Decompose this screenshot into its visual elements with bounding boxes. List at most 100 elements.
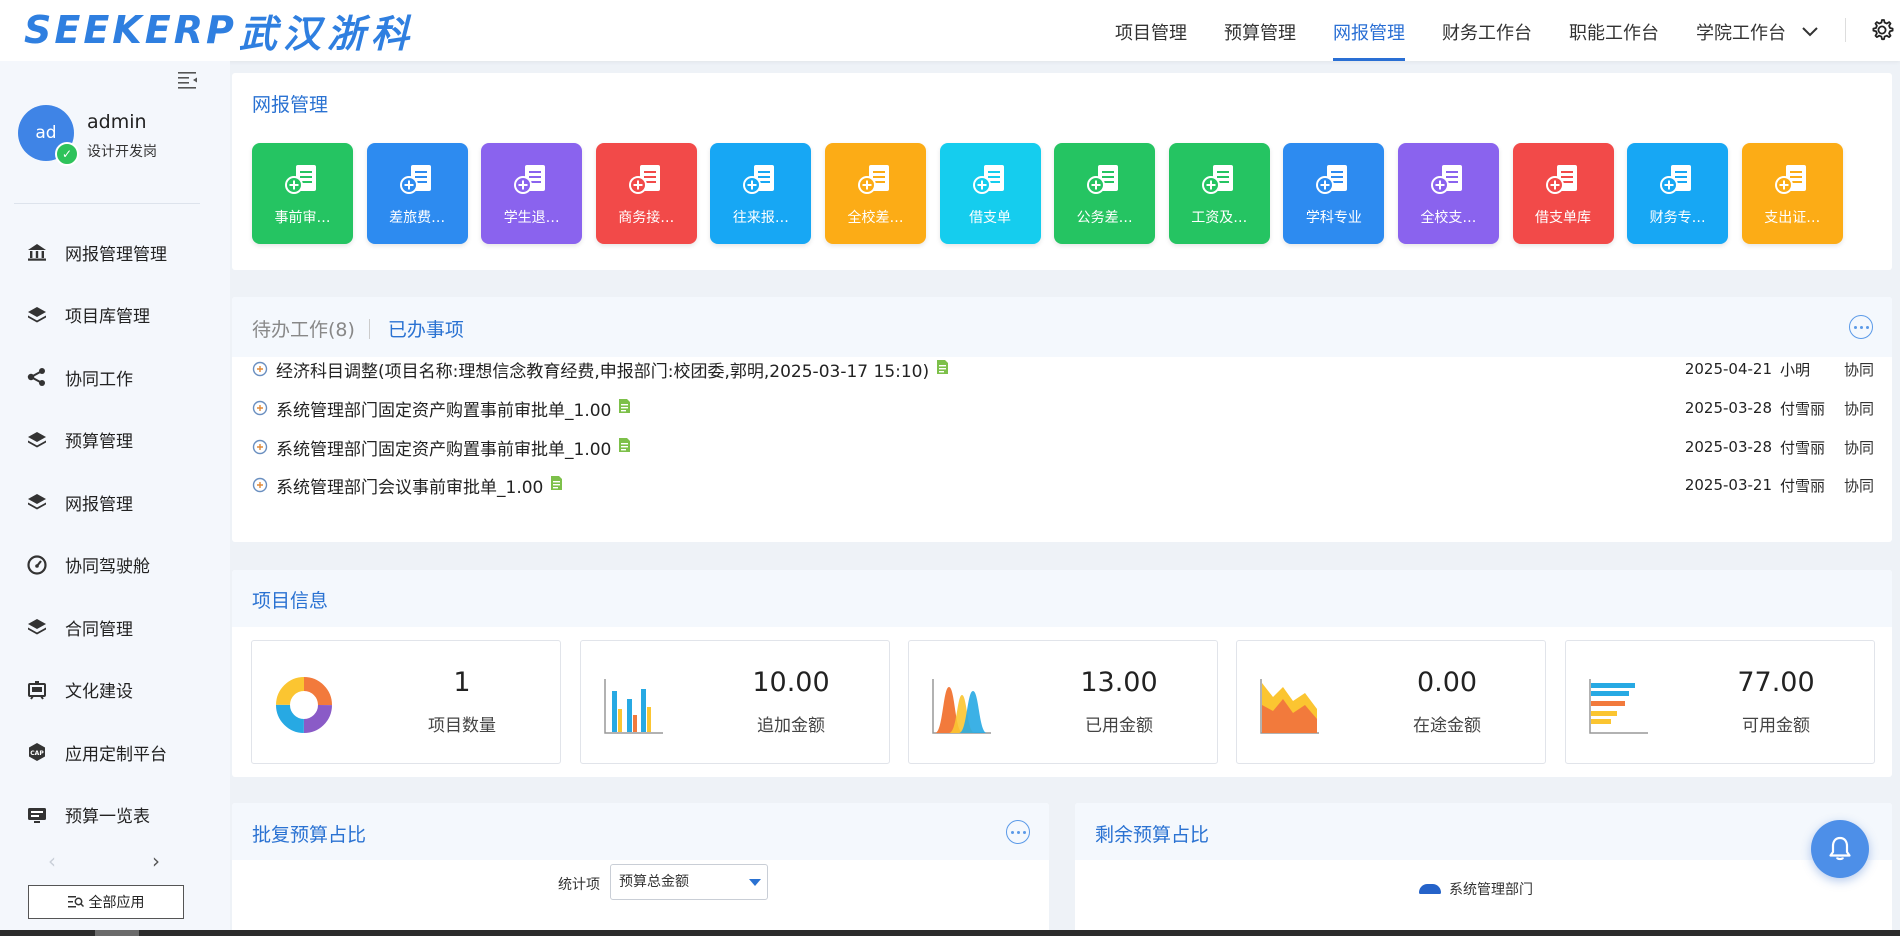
app-tile[interactable]: 事前审… [252, 143, 353, 244]
app-list-icon [67, 896, 84, 908]
app-tile[interactable]: 往来报… [710, 143, 812, 244]
sidebar-item-label: 文化建设 [65, 682, 133, 703]
document-icon [618, 437, 631, 457]
todo-row[interactable]: 经济科目调整(项目名称:理想信念教育经费,申报部门:校团委,郭明,2025-03… [252, 357, 1874, 382]
monitor-icon [26, 804, 48, 826]
nav-college-workbench[interactable]: 学院工作台 [1696, 0, 1786, 61]
all-apps-button[interactable]: 全部应用 [28, 885, 184, 919]
sidebar-item-netreport[interactable]: 网报管理 [0, 471, 230, 534]
todo-type: 协同 [1843, 399, 1874, 418]
nav-more-chevron-icon[interactable] [1801, 19, 1819, 43]
collapse-menu-icon[interactable] [178, 71, 198, 93]
stat-card-in-transit-amount[interactable]: 0.00 在途金额 [1236, 640, 1546, 764]
document-icon [550, 475, 563, 495]
horizontal-scrollbar[interactable] [0, 930, 1900, 936]
scrollbar-thumb[interactable] [95, 930, 139, 936]
todo-date: 2025-03-21 [1684, 476, 1772, 494]
stat-value: 13.00 [1080, 667, 1158, 698]
layers-icon [26, 429, 48, 451]
stat-card-used-amount[interactable]: 13.00 已用金额 [908, 640, 1218, 764]
todo-title[interactable]: 经济科目调整(项目名称:理想信念教育经费,申报部门:校团委,郭明,2025-03… [276, 357, 929, 382]
todo-row[interactable]: 系统管理部门固定资产购置事前审批单_1.00 2025-03-28 付雪丽 协同 [252, 396, 1874, 421]
chart-legend[interactable]: 系统管理部门 [1419, 879, 1533, 899]
chevron-right-icon[interactable]: › [152, 849, 160, 873]
layers-icon [26, 616, 48, 638]
layers-icon [26, 491, 48, 513]
user-role: 设计开发岗 [87, 144, 157, 160]
sidebar-item-budget[interactable]: 预算管理 [0, 409, 230, 472]
sidebar-item-budget-overview[interactable]: 预算一览表 [0, 784, 230, 847]
bar-chart-icon [603, 675, 663, 739]
document-icon [618, 398, 631, 418]
add-document-icon [1201, 163, 1237, 201]
sidebar-item-contract[interactable]: 合同管理 [0, 596, 230, 659]
app-tile[interactable]: 学生退… [481, 143, 583, 244]
stat-item-select[interactable]: 预算总金额 [610, 864, 768, 900]
app-tile-label: 工资及… [1191, 210, 1248, 226]
sidebar-item-project-library[interactable]: 项目库管理 [0, 284, 230, 347]
panel-title: 网报管理 [252, 94, 329, 116]
nav-netreport-management[interactable]: 网报管理 [1333, 0, 1405, 61]
nav-finance-workbench[interactable]: 财务工作台 [1442, 0, 1532, 61]
logo-cn-text: 武汉浙科 [238, 10, 415, 56]
workflow-icon [252, 361, 268, 377]
more-options-icon[interactable] [1006, 820, 1030, 844]
app-tile[interactable]: 公务差… [1054, 143, 1156, 244]
panel-title: 批复预算占比 [252, 824, 367, 846]
stat-value: 77.00 [1737, 667, 1815, 698]
sidebar-item-label: 合同管理 [65, 619, 133, 640]
remaining-budget-panel: 剩余预算占比 系统管理部门 [1075, 803, 1892, 936]
workflow-icon [252, 477, 268, 493]
stat-card-added-amount[interactable]: 10.00 追加金额 [580, 640, 890, 764]
app-tile[interactable]: 支出证… [1741, 143, 1843, 244]
stat-card-available-amount[interactable]: 77.00 可用金额 [1565, 640, 1875, 764]
todo-date: 2025-03-28 [1684, 399, 1772, 417]
app-tile-label: 支出证… [1764, 210, 1821, 226]
stat-card-project-count[interactable]: 1 项目数量 [251, 640, 561, 764]
legend-swatch [1419, 884, 1441, 894]
app-tile-label: 全校差… [847, 210, 904, 226]
nav-budget-management[interactable]: 预算管理 [1224, 0, 1296, 61]
app-tile[interactable]: 全校差… [824, 143, 926, 244]
svg-text:CAP: CAP [30, 750, 44, 757]
stat-value: 1 [453, 667, 471, 698]
app-tile[interactable]: 商务接… [595, 143, 697, 244]
todo-title[interactable]: 系统管理部门固定资产购置事前审批单_1.00 [276, 435, 611, 460]
more-options-icon[interactable] [1849, 315, 1873, 339]
todo-type: 协同 [1843, 438, 1874, 457]
tab-done-items[interactable]: 已办事项 [388, 315, 464, 342]
chevron-left-icon[interactable]: ‹ [48, 849, 56, 873]
todo-title[interactable]: 系统管理部门固定资产购置事前审批单_1.00 [276, 396, 611, 421]
sidebar-item-culture[interactable]: 文化建设 [0, 659, 230, 722]
gauge-icon [26, 554, 48, 576]
todo-sender: 付雪丽 [1780, 399, 1826, 418]
panel-title: 项目信息 [252, 590, 329, 612]
todo-row[interactable]: 系统管理部门固定资产购置事前审批单_1.00 2025-03-28 付雪丽 协同 [252, 435, 1874, 460]
app-tile-label: 学生退… [503, 210, 560, 226]
todo-row[interactable]: 系统管理部门会议事前审批单_1.00 2025-03-21 付雪丽 协同 [252, 473, 1874, 498]
app-tile[interactable]: 全校支… [1397, 143, 1499, 244]
sidebar-item-collaboration[interactable]: 协同工作 [0, 346, 230, 409]
stat-label: 追加金额 [757, 716, 825, 736]
app-tile[interactable]: 借支单库 [1512, 143, 1614, 244]
gear-icon[interactable] [1870, 18, 1894, 46]
tab-pending-work[interactable]: 待办工作(8) [252, 315, 355, 342]
sidebar-item-app-platform[interactable]: CAP 应用定制平台 [0, 721, 230, 784]
todo-tabs: 待办工作(8) 已办事项 [252, 315, 464, 342]
app-tile[interactable]: 财务专… [1627, 143, 1729, 244]
todo-date: 2025-04-21 [1684, 360, 1772, 378]
user-name: admin [87, 111, 147, 133]
sidebar-item-netreport-admin[interactable]: 网报管理管理 [0, 221, 230, 284]
app-tile[interactable]: 学科专业 [1283, 143, 1385, 244]
todo-sender: 付雪丽 [1780, 438, 1826, 457]
app-tile[interactable]: 工资及… [1168, 143, 1270, 244]
app-tile[interactable]: 借支单 [939, 143, 1041, 244]
todo-title[interactable]: 系统管理部门会议事前审批单_1.00 [276, 473, 543, 498]
nav-function-workbench[interactable]: 职能工作台 [1569, 0, 1659, 61]
sidebar-item-cockpit[interactable]: 协同驾驶舱 [0, 534, 230, 597]
nav-project-management[interactable]: 项目管理 [1115, 0, 1187, 61]
todo-sender: 小明 [1780, 360, 1811, 379]
app-tile[interactable]: 差旅费… [366, 143, 468, 244]
sidebar-item-label: 协同驾驶舱 [65, 557, 150, 578]
notification-bell-button[interactable] [1811, 820, 1869, 878]
